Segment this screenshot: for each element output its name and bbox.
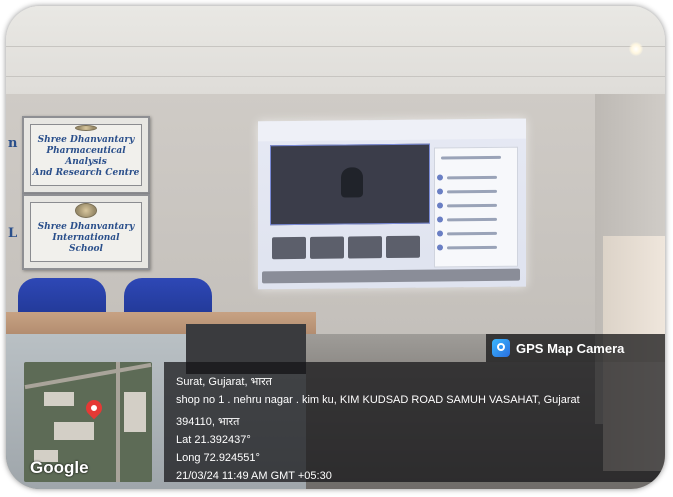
ceiling-light bbox=[629, 42, 643, 56]
postal-line: 394110, भारत bbox=[176, 416, 240, 428]
thumbnail bbox=[348, 236, 382, 259]
photo-frame: n L Shree Dhanvantary Pharmaceutical Ana… bbox=[6, 6, 665, 489]
location-pin-icon bbox=[82, 396, 106, 420]
board-line: Shree Dhanvantary bbox=[37, 135, 135, 145]
sign-board-school: Shree Dhanvantary International School bbox=[22, 194, 150, 270]
board-line: And Research Centre bbox=[32, 168, 140, 178]
badge-label: GPS Map Camera bbox=[516, 340, 625, 356]
ceiling bbox=[6, 6, 665, 98]
taskbar bbox=[262, 268, 520, 284]
location-info: Surat, Gujarat, भारत shop no 1 . nehru n… bbox=[164, 362, 665, 482]
map-attribution: Google bbox=[30, 458, 89, 477]
edge-letter: n bbox=[8, 136, 18, 151]
longitude: Long 72.924551° bbox=[176, 452, 260, 464]
thumbnail bbox=[310, 236, 344, 259]
thumbnail bbox=[272, 236, 306, 260]
participants-panel bbox=[434, 146, 518, 268]
map-thumbnail: Google bbox=[24, 362, 152, 482]
city-line: Surat, Gujarat, भारत bbox=[176, 376, 272, 388]
camera-pin-icon bbox=[492, 339, 510, 357]
gps-badge: GPS Map Camera bbox=[486, 334, 665, 362]
video-tile bbox=[270, 143, 430, 226]
edge-letter: L bbox=[8, 226, 18, 241]
participant-video bbox=[341, 167, 363, 198]
emblem-icon bbox=[75, 125, 97, 131]
board-line: Pharmaceutical Analysis bbox=[46, 146, 126, 167]
projected-screen bbox=[258, 118, 526, 290]
thumbnail bbox=[386, 235, 420, 259]
board-line: International bbox=[52, 233, 120, 243]
sign-board-research-centre: Shree Dhanvantary Pharmaceutical Analysi… bbox=[22, 116, 150, 194]
address-line: shop no 1 . nehru nagar . kim ku, KIM KU… bbox=[176, 394, 580, 406]
latitude: Lat 21.392437° bbox=[176, 434, 251, 446]
board-line: School bbox=[69, 244, 103, 254]
timestamp: 21/03/24 11:49 AM GMT +05:30 bbox=[176, 470, 332, 482]
emblem-icon bbox=[75, 203, 97, 218]
browser-tabs bbox=[258, 118, 526, 142]
board-line: Shree Dhanvantary bbox=[37, 222, 135, 232]
